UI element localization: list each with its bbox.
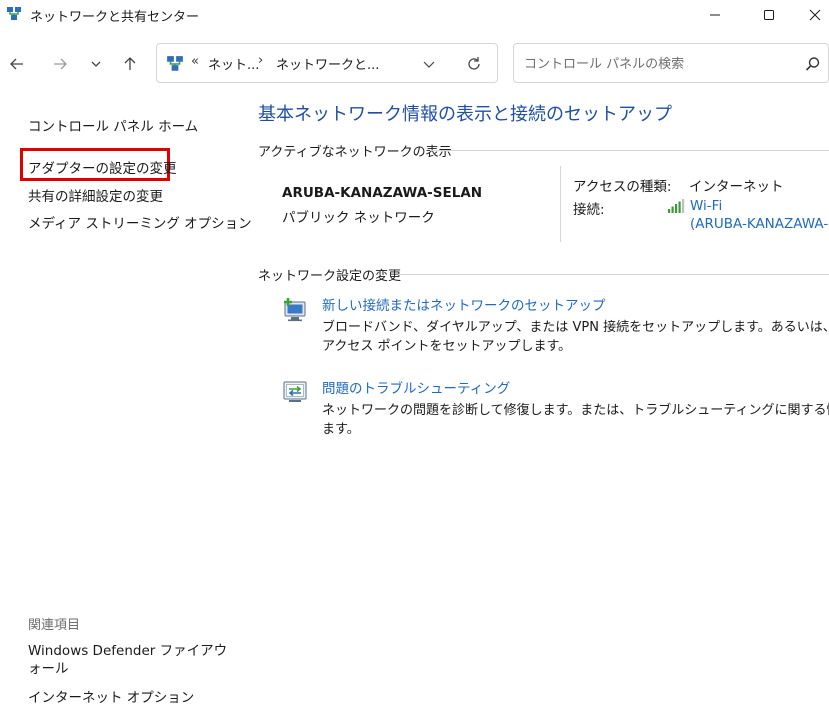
new-connection-setup-link[interactable]: 新しい接続またはネットワークのセットアップ bbox=[322, 294, 606, 314]
network-divider bbox=[560, 166, 561, 242]
windows-defender-firewall-link[interactable]: Windows Defender ファイアウォール bbox=[28, 642, 228, 678]
recent-locations-button[interactable] bbox=[84, 52, 108, 76]
window-title: ネットワークと共有センター bbox=[30, 10, 200, 25]
section-divider bbox=[430, 150, 829, 151]
new-connection-description: アクセス ポイントをセットアップします。 bbox=[322, 339, 572, 354]
section-divider bbox=[398, 274, 829, 275]
network-sharing-icon bbox=[167, 56, 183, 71]
arrow-left-icon bbox=[10, 58, 23, 70]
search-box[interactable] bbox=[513, 43, 829, 83]
search-input[interactable] bbox=[522, 52, 796, 76]
maximize-button[interactable] bbox=[746, 0, 792, 30]
breadcrumb-overflow[interactable]: « bbox=[191, 54, 199, 69]
advanced-sharing-settings-link[interactable]: 共有の詳細設定の変更 bbox=[28, 185, 163, 205]
back-button[interactable] bbox=[5, 52, 29, 76]
network-name: ARUBA-KANAZAWA-SELAN bbox=[282, 185, 483, 201]
new-connection-description: ブロードバンド、ダイヤルアップ、または VPN 接続をセットアップします。あるい… bbox=[322, 320, 829, 335]
media-streaming-options-link[interactable]: メディア ストリーミング オプション bbox=[28, 212, 252, 232]
navigation-bar: « ネット... › ネットワークと... bbox=[0, 40, 829, 88]
new-connection-icon bbox=[284, 298, 306, 322]
address-bar[interactable]: « ネット... › ネットワークと... bbox=[156, 43, 498, 83]
change-adapter-settings-link[interactable]: アダプターの設定の変更 bbox=[28, 157, 177, 177]
internet-options-link[interactable]: インターネット オプション bbox=[28, 686, 194, 706]
wifi-ssid-link[interactable]: (ARUBA-KANAZAWA- bbox=[690, 216, 828, 232]
wifi-connection-link[interactable]: Wi-Fi bbox=[690, 198, 722, 214]
change-settings-heading: ネットワーク設定の変更 bbox=[258, 269, 402, 284]
breadcrumb-sharing-center[interactable]: ネットワークと... bbox=[276, 54, 379, 73]
arrow-right-icon bbox=[54, 58, 67, 70]
control-panel-home-link[interactable]: コントロール パネル ホーム bbox=[28, 115, 198, 135]
maximize-icon bbox=[764, 10, 774, 20]
network-type: パブリック ネットワーク bbox=[282, 210, 435, 226]
chevron-down-icon[interactable] bbox=[421, 56, 437, 72]
wifi-signal-icon bbox=[668, 199, 685, 213]
related-heading: 関連項目 bbox=[28, 618, 81, 633]
arrow-up-icon bbox=[124, 57, 136, 70]
troubleshoot-description: ます。 bbox=[322, 422, 360, 437]
chevron-down-icon bbox=[91, 61, 101, 67]
network-sharing-center-window: ネットワークと共有センター « ネット... › ネットワークと... コントロ… bbox=[0, 0, 829, 708]
minimize-icon bbox=[710, 14, 720, 16]
access-type-label: アクセスの種類: bbox=[573, 179, 672, 195]
network-sharing-icon bbox=[7, 7, 21, 20]
troubleshoot-problems-link[interactable]: 問題のトラブルシューティング bbox=[322, 377, 510, 397]
access-type-value: インターネット bbox=[689, 179, 784, 195]
active-networks-heading: アクティブなネットワークの表示 bbox=[258, 145, 452, 160]
search-icon[interactable] bbox=[804, 55, 822, 73]
refresh-icon[interactable] bbox=[465, 55, 483, 73]
up-button[interactable] bbox=[118, 52, 142, 76]
troubleshoot-description: ネットワークの問題を診断して修復します。または、トラブルシューティングに関する情… bbox=[322, 403, 829, 418]
connection-label: 接続: bbox=[573, 202, 605, 218]
troubleshoot-icon bbox=[283, 381, 307, 402]
breadcrumb-network[interactable]: ネット... bbox=[208, 54, 259, 73]
forward-button[interactable] bbox=[48, 52, 72, 76]
close-button[interactable] bbox=[800, 0, 829, 30]
page-title: 基本ネットワーク情報の表示と接続のセットアップ bbox=[258, 104, 672, 125]
title-bar: ネットワークと共有センター bbox=[0, 0, 829, 30]
close-icon bbox=[809, 9, 820, 21]
minimize-button[interactable] bbox=[692, 0, 738, 30]
breadcrumb-separator[interactable]: › bbox=[258, 53, 263, 68]
